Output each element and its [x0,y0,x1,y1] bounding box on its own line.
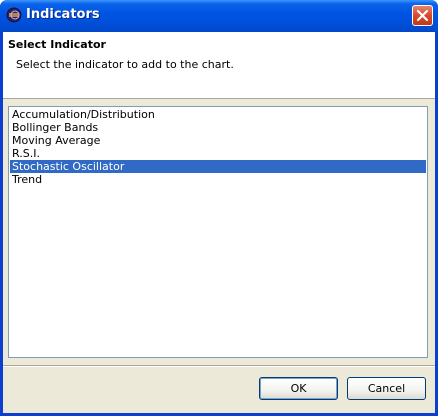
title-bar[interactable]: Indicators [0,0,438,32]
separator [3,365,435,367]
close-icon [416,9,429,22]
list-item-trend[interactable]: Trend [10,173,426,186]
ok-button[interactable]: OK [259,377,338,400]
header-title: Select Indicator [8,38,106,51]
window-title: Indicators [26,7,100,22]
list-item-accumulation-distribution[interactable]: Accumulation/Distribution [10,108,426,121]
indicators-dialog: Indicators Select Indicator Select the i… [0,0,438,416]
cancel-button[interactable]: Cancel [347,377,426,400]
eclipse-app-icon [6,7,22,23]
close-button[interactable] [412,5,433,26]
list-item-moving-average[interactable]: Moving Average [10,134,426,147]
list-item-rsi[interactable]: R.S.I. [10,147,426,160]
list-item-bollinger-bands[interactable]: Bollinger Bands [10,121,426,134]
header-message: Select the indicator to add to the chart… [16,58,234,71]
header-area: Select Indicator Select the indicator to… [3,32,435,99]
list-item-stochastic-oscillator[interactable]: Stochastic Oscillator [10,160,426,173]
indicator-list[interactable]: Accumulation/Distribution Bollinger Band… [8,106,428,358]
dialog-body: Select Indicator Select the indicator to… [3,32,435,413]
